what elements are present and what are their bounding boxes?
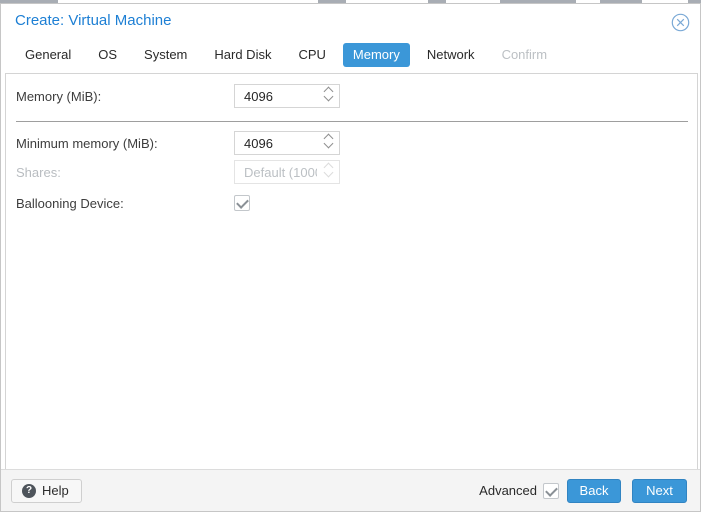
shares-field [234,160,340,184]
memory-input[interactable] [235,88,317,104]
memory-spinner[interactable] [323,86,334,102]
close-button[interactable] [670,12,690,32]
create-vm-dialog: Create: Virtual Machine General OS Syste… [0,3,701,512]
advanced-label: Advanced [479,483,537,498]
tab-confirm: Confirm [501,47,548,62]
spinner-down-icon[interactable] [323,138,334,149]
tab-hard-disk[interactable]: Hard Disk [204,43,281,67]
dialog-title: Create: Virtual Machine [15,12,172,29]
shares-input [235,164,317,180]
tab-os[interactable]: OS [88,43,127,67]
min-memory-spinner[interactable] [323,133,334,149]
shares-label: Shares: [16,164,61,180]
ballooning-checkbox[interactable] [234,195,250,211]
back-button[interactable]: Back [567,478,621,503]
tab-memory[interactable]: Memory [342,43,410,67]
min-memory-field [234,131,340,155]
ballooning-row: Ballooning Device: [16,191,697,215]
close-icon [671,13,689,31]
footer-actions: Advanced Back Next [479,478,687,503]
help-button[interactable]: ? Help [11,478,82,503]
memory-form-panel: Memory (MiB): Minimum memory (MiB): [5,73,698,473]
wizard-tab-bar: General OS System Hard Disk CPU Memory N… [15,43,564,67]
advanced-checkbox[interactable] [543,482,559,499]
memory-field [234,84,340,108]
shares-row: Shares: [16,160,697,184]
min-memory-input[interactable] [235,135,317,151]
tab-network[interactable]: Network [417,43,485,67]
min-memory-row: Minimum memory (MiB): [16,131,697,155]
memory-row: Memory (MiB): [16,84,697,108]
min-memory-label: Minimum memory (MiB): [16,135,158,151]
advanced-section-divider [16,121,688,122]
tab-system[interactable]: System [134,43,197,67]
spinner-down-icon[interactable] [323,91,334,102]
tab-general[interactable]: General [15,43,81,67]
shares-spinner [323,162,334,178]
footer-toolbar: ? Help Advanced Back Next [1,469,700,511]
tab-cpu[interactable]: CPU [288,43,335,67]
next-button[interactable]: Next [632,478,687,503]
ballooning-label: Ballooning Device: [16,195,124,211]
help-icon: ? [22,483,36,498]
memory-label: Memory (MiB): [16,88,102,104]
spinner-down-icon [323,167,334,178]
help-button-label: Help [42,483,69,498]
